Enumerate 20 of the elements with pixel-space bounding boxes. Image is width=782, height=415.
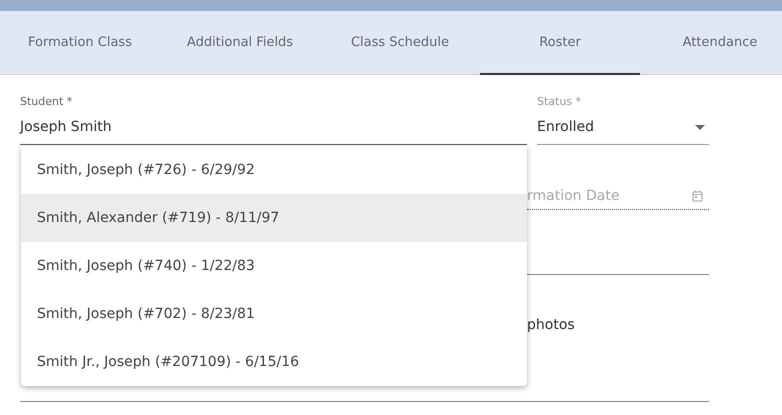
student-field[interactable]: Student * Joseph Smith [20, 95, 527, 145]
status-select[interactable]: Status * Enrolled [537, 95, 709, 145]
tab[interactable]: Roster [480, 11, 640, 75]
field-label: Student * [20, 95, 74, 110]
menu-option[interactable]: Smith, Joseph (#740) - 1/22/83 [21, 242, 527, 290]
checkbox-label: photos [527, 317, 576, 335]
field-label: Status * [537, 95, 582, 110]
tab[interactable]: Class Schedule [320, 11, 480, 75]
menu-option[interactable]: Smith, Alexander (#719) - 8/11/97 [21, 194, 527, 242]
caret-icon [695, 125, 705, 130]
field-value: Joseph Smith [20, 118, 113, 137]
tab[interactable]: Attendance [640, 11, 782, 75]
tab[interactable]: Formation Class [0, 11, 160, 75]
menu-option[interactable]: Smith, Joseph (#726) - 6/29/92 [21, 146, 527, 194]
menu-option[interactable]: Smith Jr., Joseph (#207109) - 6/15/16 [21, 338, 527, 386]
date-placeholder: rmation Date [527, 188, 620, 204]
calendar-icon [692, 190, 703, 202]
menu-option[interactable]: Smith, Joseph (#702) - 8/23/81 [21, 290, 527, 338]
field-value: Enrolled [537, 118, 594, 137]
tab[interactable]: Additional Fields [160, 11, 320, 75]
